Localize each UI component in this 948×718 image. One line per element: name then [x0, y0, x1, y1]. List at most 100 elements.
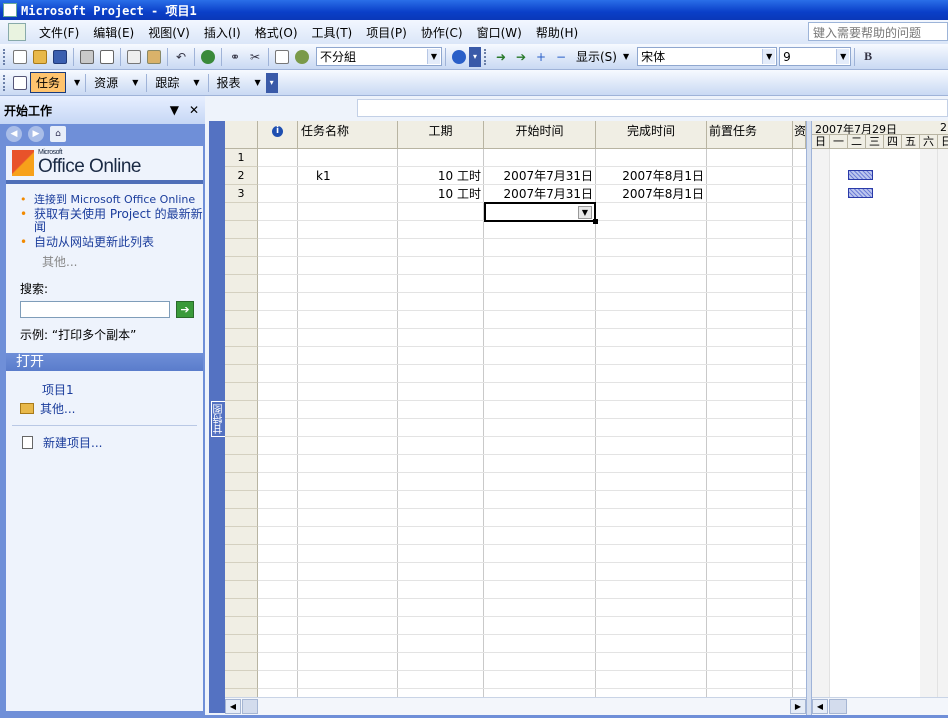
guide-icon[interactable] [10, 73, 30, 93]
menu-file[interactable]: 文件(F) [32, 24, 86, 41]
row-number-cell[interactable] [225, 275, 258, 293]
row-number-cell[interactable]: 1 [225, 149, 258, 167]
duration-cell[interactable]: 10 工时 [398, 185, 481, 203]
copy-icon[interactable] [124, 47, 144, 67]
duration-column-header[interactable]: 工期 [398, 121, 484, 149]
chevron-down-icon[interactable]: ▼ [427, 49, 440, 64]
document-menu-icon[interactable] [8, 23, 26, 41]
row-number-cell[interactable] [225, 347, 258, 365]
more-link[interactable]: 其他... [42, 253, 203, 270]
row-number-cell[interactable] [225, 293, 258, 311]
start-cell[interactable]: 2007年7月31日 [484, 167, 593, 185]
show-subtasks-icon[interactable]: + [531, 47, 551, 67]
task-info-icon[interactable] [272, 47, 292, 67]
chart-horizontal-scrollbar[interactable]: ◀ [812, 697, 948, 715]
row-number-cell[interactable] [225, 203, 258, 221]
menu-help[interactable]: 帮助(H) [529, 24, 585, 41]
row-number-cell[interactable] [225, 689, 258, 697]
row-number-cell[interactable] [225, 221, 258, 239]
row-number-cell[interactable] [225, 419, 258, 437]
font-select[interactable]: 宋体 ▼ [637, 47, 778, 66]
new-icon[interactable] [10, 47, 30, 67]
toolbar-grip[interactable] [3, 48, 6, 65]
row-number-cell[interactable] [225, 455, 258, 473]
help-icon[interactable] [449, 47, 469, 67]
row-number-cell[interactable] [225, 491, 258, 509]
auto-update-link[interactable]: • 自动从网站更新此列表 [20, 236, 203, 248]
fill-handle[interactable] [593, 219, 598, 224]
task-name-column-header[interactable]: 任务名称 [298, 121, 398, 149]
bold-button[interactable]: B [858, 47, 878, 67]
task-guide-dropdown[interactable]: ▼ [66, 72, 82, 93]
assign-resources-icon[interactable] [292, 47, 312, 67]
group-by-select[interactable]: 不分組 ▼ [316, 47, 442, 66]
row-number-cell[interactable]: 3 [225, 185, 258, 203]
row-number-cell[interactable] [225, 365, 258, 383]
project-news-link[interactable]: • 获取有关使用 Project 的最新新闻 [20, 208, 203, 234]
recent-project-link[interactable]: 项目1 [42, 381, 203, 398]
paste-icon[interactable] [144, 47, 164, 67]
indicator-column-header[interactable]: i [258, 121, 298, 149]
resource-guide-button[interactable]: 资源 ▼ [89, 72, 143, 93]
help-question-input[interactable]: 键入需要帮助的问题 [808, 22, 948, 41]
row-number-cell[interactable] [225, 671, 258, 689]
active-start-cell-editor[interactable]: ▼ [484, 202, 598, 224]
scroll-thumb[interactable] [829, 699, 847, 714]
menu-collaborate[interactable]: 协作(C) [414, 24, 470, 41]
duration-cell[interactable]: 10 工时 [398, 167, 481, 185]
gantt-task-bar[interactable] [848, 188, 873, 198]
chevron-down-icon[interactable]: ▼ [762, 49, 776, 64]
row-number-cell[interactable]: 2 [225, 167, 258, 185]
row-number-cell[interactable] [225, 257, 258, 275]
task-guide-button[interactable]: 任务 [30, 72, 67, 93]
row-number-cell[interactable] [225, 239, 258, 257]
row-number-cell[interactable] [225, 473, 258, 491]
row-number-cell[interactable] [225, 545, 258, 563]
close-icon[interactable]: ✕ [189, 103, 199, 117]
row-number-cell[interactable] [225, 311, 258, 329]
hide-subtasks-icon[interactable]: − [551, 47, 571, 67]
finish-column-header[interactable]: 完成时间 [596, 121, 707, 149]
select-all-corner[interactable] [225, 121, 258, 149]
task-name-cell[interactable]: k1 [316, 167, 331, 185]
task-pane-menu-icon[interactable]: ▼ [170, 103, 179, 117]
scroll-right-icon[interactable]: ▶ [790, 699, 806, 714]
toolbar-grip[interactable] [3, 74, 6, 91]
menu-project[interactable]: 项目(P) [359, 24, 414, 41]
row-number-cell[interactable] [225, 329, 258, 347]
table-horizontal-scrollbar[interactable]: ◀ ▶ [225, 697, 806, 715]
row-number-cell[interactable] [225, 563, 258, 581]
scroll-thumb[interactable] [242, 699, 258, 714]
menu-edit[interactable]: 编辑(E) [86, 24, 141, 41]
row-number-cell[interactable] [225, 581, 258, 599]
row-number-cell[interactable] [225, 635, 258, 653]
save-icon[interactable] [50, 47, 70, 67]
forward-icon[interactable]: ▶ [28, 126, 44, 142]
menu-tools[interactable]: 工具(T) [305, 24, 360, 41]
show-menu-button[interactable]: 显示(S) ▼ [571, 46, 634, 67]
menu-window[interactable]: 窗口(W) [470, 24, 529, 41]
track-guide-button[interactable]: 跟踪 ▼ [150, 72, 204, 93]
new-project-link[interactable]: 新建项目... [22, 434, 203, 451]
menu-format[interactable]: 格式(O) [248, 24, 305, 41]
connect-office-link[interactable]: • 连接到 Microsoft Office Online [20, 194, 203, 206]
finish-cell[interactable]: 2007年8月1日 [596, 185, 704, 203]
outdent-arrow-icon[interactable]: ➔ [511, 47, 531, 67]
scroll-left-icon[interactable]: ◀ [225, 699, 241, 714]
row-number-cell[interactable] [225, 401, 258, 419]
row-number-cell[interactable] [225, 437, 258, 455]
report-guide-button[interactable]: 报表 ▼ [212, 72, 266, 93]
open-more-link[interactable]: 其他... [20, 400, 203, 417]
start-cell[interactable]: 2007年7月31日 [484, 185, 593, 203]
row-number-cell[interactable] [225, 599, 258, 617]
open-icon[interactable] [30, 47, 50, 67]
search-input[interactable] [20, 301, 170, 318]
print-icon[interactable] [77, 47, 97, 67]
toolbar-options-icon[interactable]: ▾ [265, 72, 278, 93]
gantt-task-bar[interactable] [848, 170, 873, 180]
row-number-cell[interactable] [225, 509, 258, 527]
date-picker-dropdown-icon[interactable]: ▼ [578, 206, 592, 219]
search-go-icon[interactable]: ➔ [176, 301, 194, 318]
predecessors-column-header[interactable]: 前置任务 [707, 121, 793, 149]
font-size-select[interactable]: 9 ▼ [779, 47, 852, 66]
